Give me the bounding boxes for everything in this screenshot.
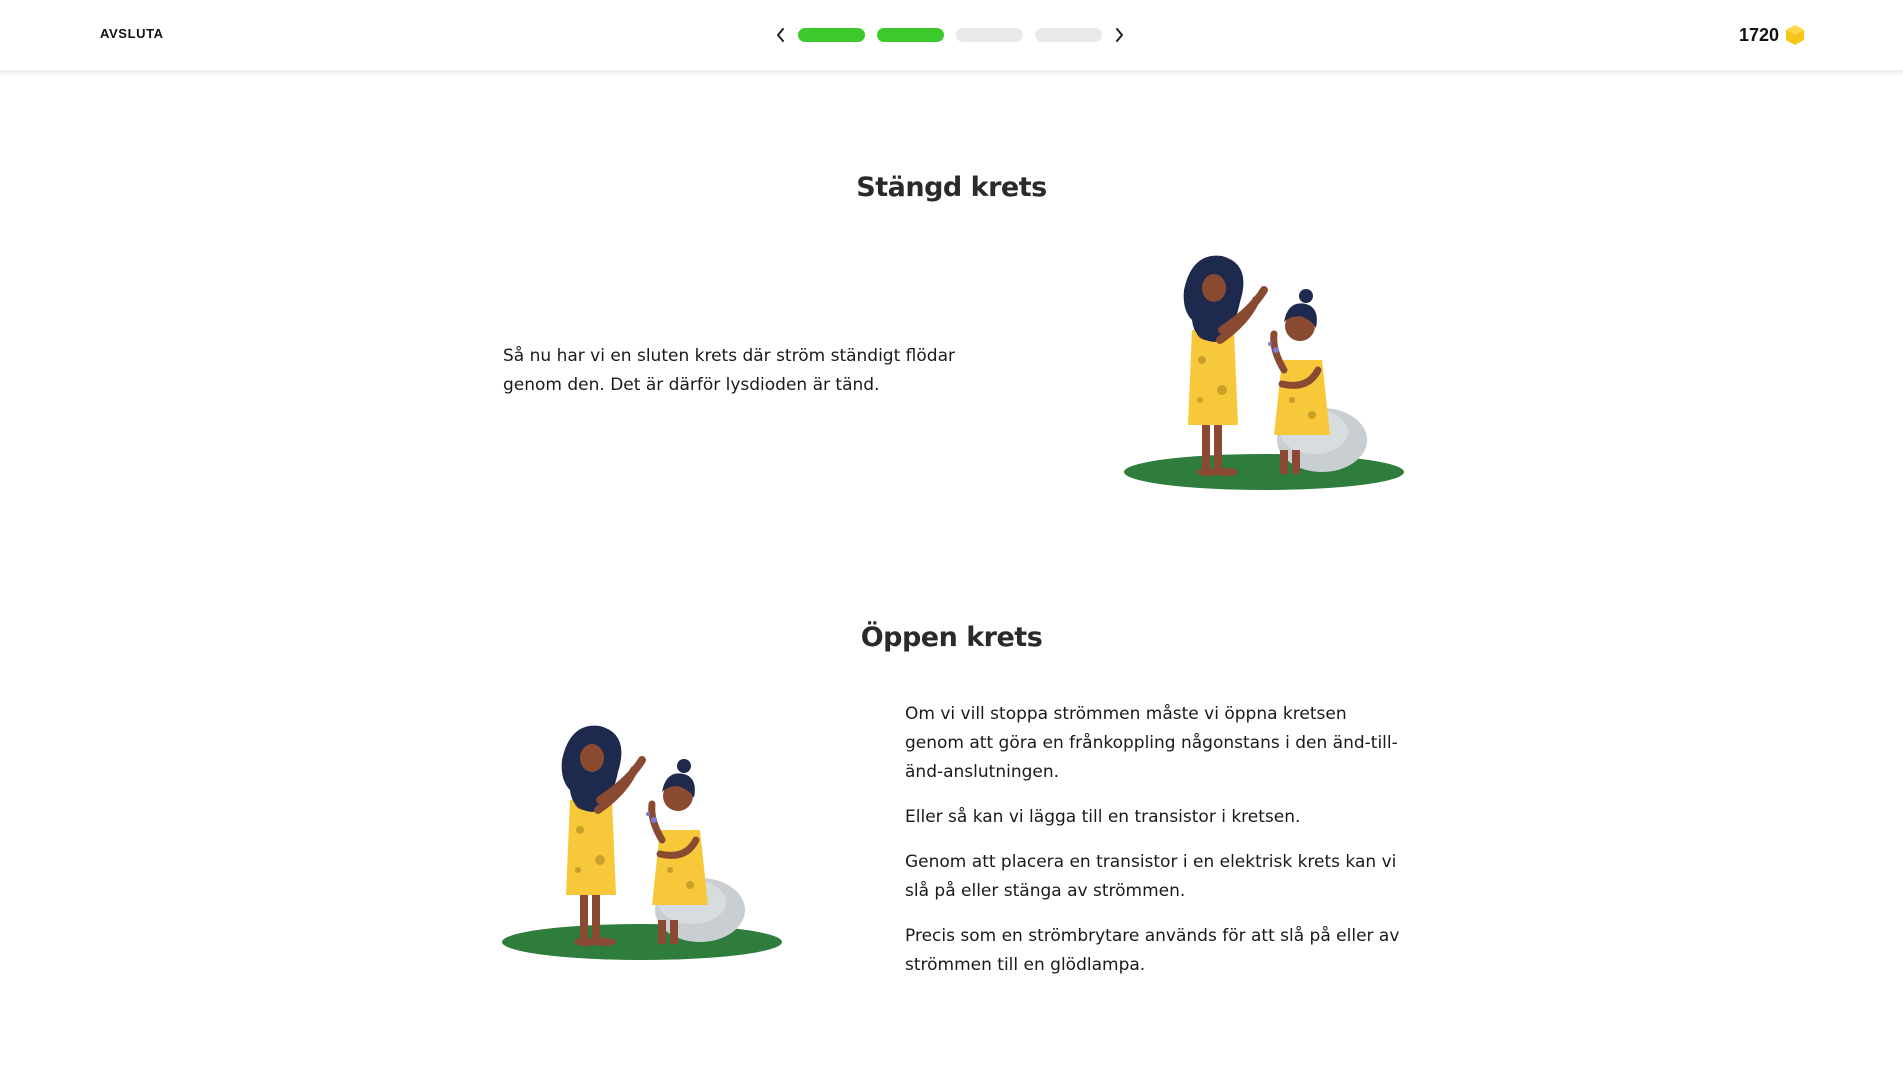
section-title-open-circuit: Öppen krets — [860, 622, 1043, 653]
lesson-progress — [770, 22, 1130, 48]
progress-segment — [956, 28, 1023, 42]
paragraph: Om vi vill stoppa strömmen måste vi öppn… — [905, 704, 1398, 782]
progress-segment — [1035, 28, 1102, 42]
paragraph: Genom att placera en transistor i en ele… — [905, 852, 1397, 901]
chevron-right-icon[interactable] — [1108, 22, 1130, 48]
hexagon-coin-icon — [1786, 25, 1804, 45]
cave-people-clapping-illustration — [500, 720, 785, 969]
chevron-left-icon[interactable] — [770, 22, 792, 48]
section-text-open-circuit: Om vi vill stoppa strömmen måste vi öppn… — [905, 700, 1405, 996]
section-text-closed-circuit: Så nu har vi en sluten krets där ström s… — [503, 342, 1003, 416]
paragraph: Eller så kan vi lägga till en transistor… — [905, 807, 1301, 827]
score-value: 1720 — [1738, 24, 1779, 45]
progress-segment — [877, 28, 944, 42]
paragraph: Så nu har vi en sluten krets där ström s… — [503, 346, 955, 395]
score-display: 1720 — [1739, 24, 1805, 46]
exit-button[interactable]: AVSLUTA — [100, 26, 164, 41]
section-title-closed-circuit: Stängd krets — [856, 172, 1047, 203]
top-bar: AVSLUTA 1720 — [0, 0, 1903, 71]
cave-people-clapping-illustration — [1122, 250, 1407, 499]
paragraph: Precis som en strömbrytare används för a… — [905, 926, 1400, 975]
progress-segment — [798, 28, 865, 42]
